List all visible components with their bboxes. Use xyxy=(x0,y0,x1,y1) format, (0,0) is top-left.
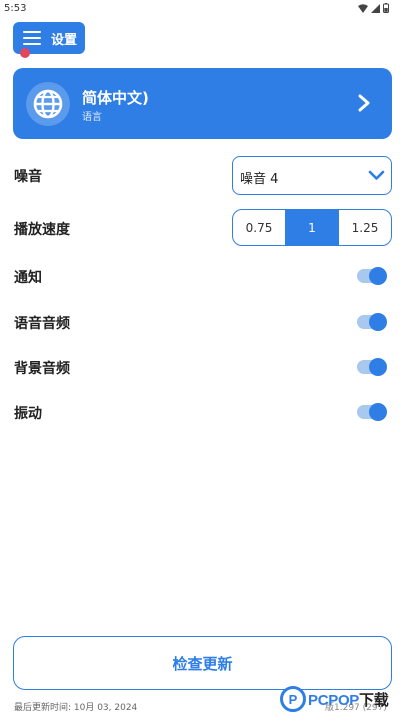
voice-audio-label: 语音音频 xyxy=(14,316,70,332)
background-audio-toggle[interactable] xyxy=(357,358,387,376)
vibration-label: 振动 xyxy=(14,406,42,422)
settings-button[interactable]: 设置 xyxy=(13,22,85,58)
playback-speed-selector: 0.75 1 1.25 xyxy=(232,209,392,246)
status-icons xyxy=(358,3,389,13)
check-update-label: 检查更新 xyxy=(172,654,233,673)
settings-label: 设置 xyxy=(51,32,78,48)
signal-icon xyxy=(371,3,380,13)
last-update-text: 最后更新时间: 10月 03, 2024 xyxy=(14,703,138,713)
battery-icon xyxy=(383,3,389,13)
speed-option-1[interactable]: 1 xyxy=(285,210,338,245)
noise-dropdown[interactable]: 噪音 4 xyxy=(232,156,392,195)
watermark-logo: P PCPOP下载 xyxy=(280,684,405,714)
status-time: 5:53 xyxy=(4,3,27,14)
speed-option-0.75[interactable]: 0.75 xyxy=(233,210,285,245)
chevron-down-icon xyxy=(368,170,385,180)
language-subtitle: 语言 xyxy=(82,112,102,123)
notification-dot xyxy=(20,48,30,58)
chevron-right-icon xyxy=(358,94,370,112)
hamburger-menu-icon xyxy=(23,31,41,45)
speed-option-1.25[interactable]: 1.25 xyxy=(338,210,391,245)
watermark-p-icon: P xyxy=(280,686,306,712)
globe-icon xyxy=(26,82,70,126)
wifi-icon xyxy=(358,3,368,13)
watermark-brand: PCPOP xyxy=(308,691,360,709)
language-card[interactable]: 简体中文) 语言 xyxy=(13,68,392,139)
language-title: 简体中文) xyxy=(82,89,149,107)
vibration-toggle[interactable] xyxy=(357,403,387,421)
check-update-button[interactable]: 检查更新 xyxy=(13,636,392,690)
voice-audio-toggle[interactable] xyxy=(357,313,387,331)
noise-selected: 噪音 4 xyxy=(240,172,279,187)
watermark-suffix: 下载 xyxy=(359,691,389,709)
notification-label: 通知 xyxy=(14,270,42,286)
noise-label: 噪音 xyxy=(14,169,42,185)
notification-toggle[interactable] xyxy=(357,267,387,285)
background-audio-label: 背景音频 xyxy=(14,361,70,377)
playback-speed-label: 播放速度 xyxy=(14,222,70,238)
status-bar: 5:53 xyxy=(0,0,405,18)
